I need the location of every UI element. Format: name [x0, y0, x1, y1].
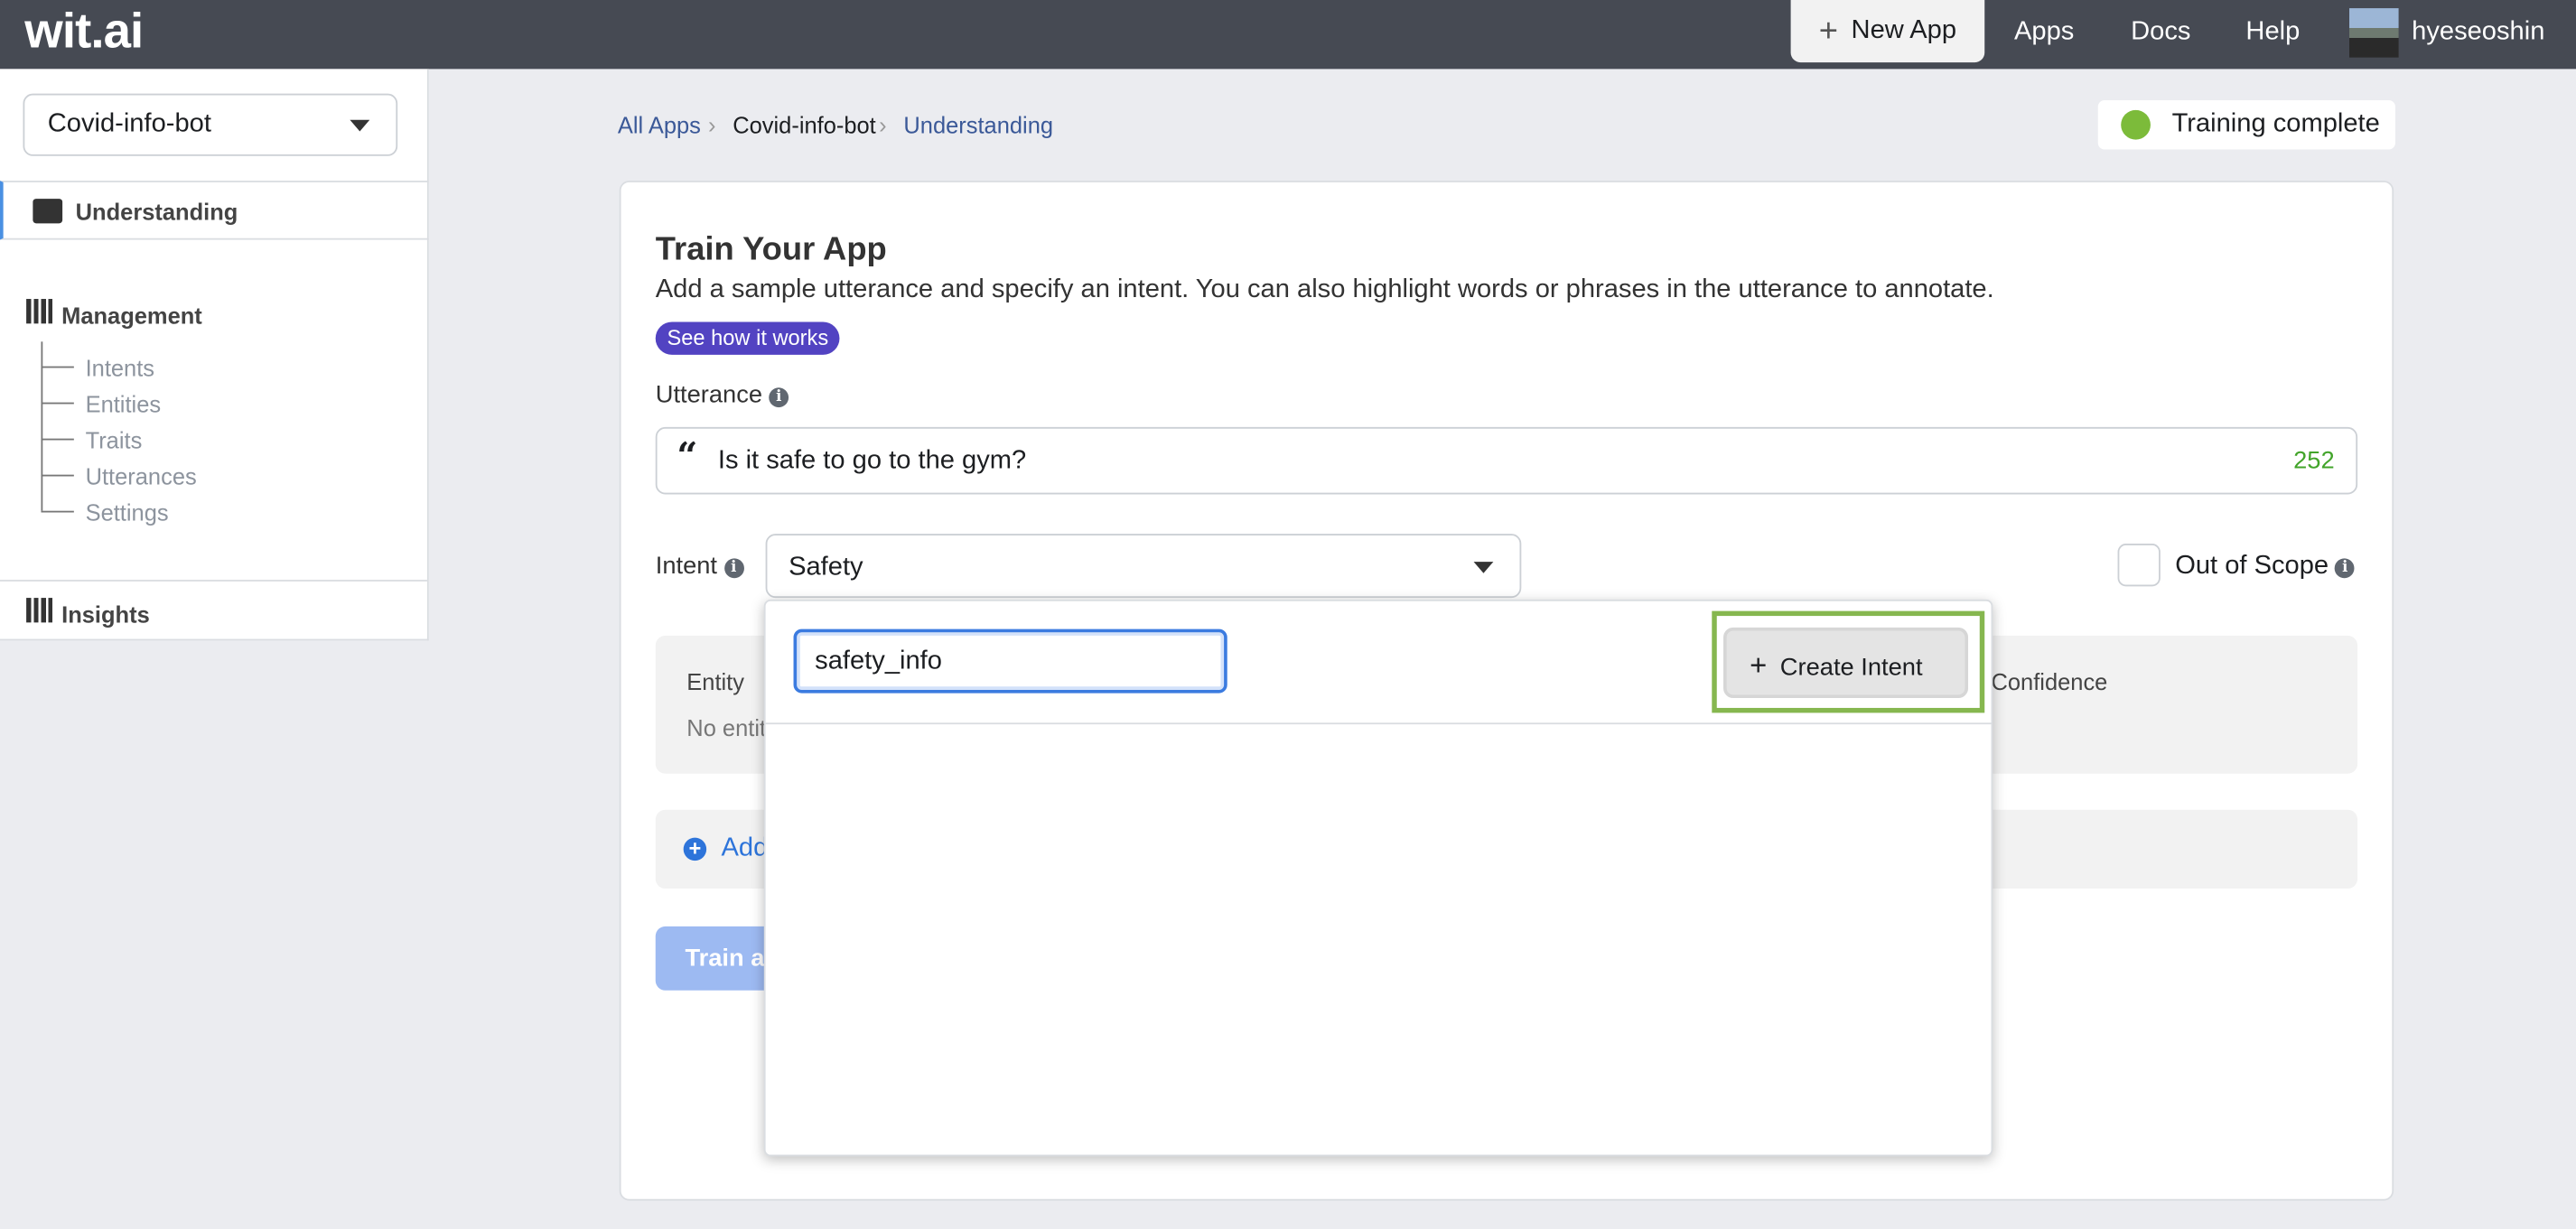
status-label: Training complete	[2171, 109, 2380, 138]
sidebar-item-utterances[interactable]: Utterances	[86, 463, 197, 489]
divider	[765, 722, 1992, 725]
new-app-button[interactable]: + New App	[1790, 0, 1985, 63]
tree-branch	[41, 366, 74, 368]
app-selector-value: Covid-info-bot	[47, 109, 211, 138]
tree-branch	[41, 402, 74, 405]
info-icon[interactable]: i	[723, 558, 744, 579]
intent-label-text: Intent	[655, 552, 718, 581]
sidebar-item-intents[interactable]: Intents	[86, 355, 154, 381]
app-selector[interactable]: Covid-info-bot	[23, 93, 398, 156]
sidebar-section-insights[interactable]: Insights	[0, 580, 427, 638]
nav-docs[interactable]: Docs	[2131, 18, 2190, 48]
chevron-down-icon	[350, 119, 370, 132]
out-of-scope-label: Out of Scope i	[2175, 552, 2356, 582]
utterance-input[interactable]: “ Is it safe to go to the gym? 252	[655, 426, 2358, 495]
intent-select-value: Safety	[789, 553, 863, 582]
tree-branch	[41, 438, 74, 441]
char-counter: 252	[2293, 446, 2335, 475]
plus-icon: +	[1818, 12, 1839, 49]
plus-circle-icon: +	[683, 837, 707, 861]
info-icon[interactable]: i	[2335, 558, 2356, 579]
utterance-label: Utterance i	[656, 381, 789, 409]
new-app-label: New App	[1851, 16, 1957, 45]
chevron-right-icon: ›	[707, 111, 716, 138]
chevron-right-icon: ›	[879, 111, 887, 138]
breadcrumb-all-apps[interactable]: All Apps	[618, 112, 701, 138]
intent-search-value: safety_info	[815, 647, 942, 675]
sidebar: Covid-info-bot Understanding Management …	[0, 69, 429, 641]
nav-apps[interactable]: Apps	[2014, 18, 2074, 48]
tree-branch	[41, 510, 74, 513]
bar-chart-icon	[26, 598, 55, 623]
confidence-header: Confidence	[1991, 668, 2108, 695]
tree-branch	[41, 474, 74, 477]
breadcrumb-understanding[interactable]: Understanding	[903, 112, 1053, 138]
robot-icon	[33, 199, 63, 224]
bar-chart-icon	[26, 299, 55, 324]
sidebar-section-label: Insights	[61, 601, 150, 628]
top-bar: wit.ai + New App Apps Docs Help hyeseoshi…	[0, 0, 2576, 70]
page-description: Add a sample utterance and specify an in…	[655, 275, 1994, 304]
sidebar-section-management[interactable]: Management	[26, 299, 202, 331]
user-name[interactable]: hyeseoshin	[2412, 18, 2544, 48]
nav-help[interactable]: Help	[2245, 18, 2300, 48]
wit-ai-logo[interactable]: wit.ai	[24, 5, 144, 61]
avatar[interactable]	[2349, 8, 2399, 58]
see-how-it-works-link[interactable]: See how it works	[655, 321, 840, 355]
create-intent-button[interactable]: + Create Intent	[1723, 627, 1969, 699]
intent-search-input[interactable]: safety_info	[793, 628, 1227, 694]
page-title: Train Your App	[655, 231, 887, 268]
utterance-label-text: Utterance	[655, 380, 763, 409]
out-of-scope-checkbox[interactable]	[2117, 544, 2161, 587]
entity-header: Entity	[686, 668, 744, 695]
status-dot-icon	[2121, 109, 2151, 140]
utterance-value: Is it safe to go to the gym?	[717, 446, 1027, 475]
intent-label: Intent i	[655, 552, 744, 581]
plus-icon: +	[1750, 648, 1768, 682]
sidebar-item-entities[interactable]: Entities	[86, 391, 162, 417]
breadcrumb-app[interactable]: Covid-info-bot	[733, 112, 876, 138]
add-label: Add	[721, 834, 769, 862]
sidebar-item-label: Understanding	[75, 199, 238, 226]
sidebar-item-settings[interactable]: Settings	[86, 499, 169, 526]
sidebar-item-understanding[interactable]: Understanding	[0, 181, 429, 240]
out-of-scope-text: Out of Scope	[2175, 552, 2329, 581]
sidebar-item-traits[interactable]: Traits	[86, 427, 143, 453]
intent-select[interactable]: Safety	[765, 534, 1522, 599]
training-status-badge: Training complete	[2097, 99, 2395, 150]
sidebar-section-label: Management	[61, 302, 202, 329]
chevron-down-icon	[1473, 562, 1494, 573]
quote-icon: “	[677, 435, 698, 479]
intent-dropdown-menu: safety_info + Create Intent	[763, 599, 1993, 1157]
create-intent-label: Create Intent	[1779, 653, 1923, 682]
info-icon[interactable]: i	[769, 387, 789, 408]
